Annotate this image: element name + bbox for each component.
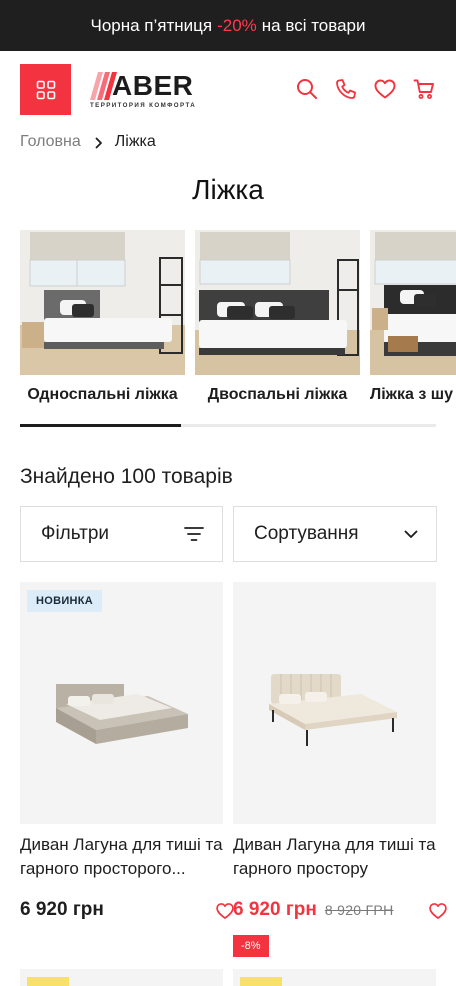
product-price: 6 920 грн: [20, 899, 104, 920]
promo-highlight: -20%: [217, 15, 257, 35]
product-name[interactable]: Диван Лагуна для тиші та гарного простор…: [233, 833, 443, 881]
aber-logo[interactable]: ABER Территория комфорта: [90, 71, 210, 111]
category-label: Двоспальні ліжка: [207, 386, 348, 403]
discount-badge: -8%: [233, 935, 269, 957]
filters-label: Фільтри: [41, 523, 110, 544]
heart-icon[interactable]: [373, 77, 397, 101]
price-row: 6 920 грн: [20, 897, 234, 923]
cart-icon[interactable]: [412, 77, 436, 101]
results-count: Знайдено 100 товарів: [20, 465, 233, 488]
logo-word: ABER: [112, 70, 194, 101]
promo-text-after: на всі товари: [261, 15, 366, 35]
product-card-next[interactable]: [20, 969, 223, 986]
wishlist-heart-icon[interactable]: [215, 901, 235, 921]
carousel-scrollbar-thumb[interactable]: [20, 424, 181, 427]
product-card[interactable]: НОВИНКА Диван Лагуна для тиші та гарного…: [20, 582, 234, 923]
product-old-price: 8 920 ГРН: [324, 902, 394, 918]
breadcrumb-current: Ліжка: [114, 133, 156, 150]
category-card[interactable]: Двоспальні ліжка: [195, 230, 360, 404]
catalog-menu-button[interactable]: [20, 64, 71, 115]
category-card[interactable]: Ліжка з шу: [370, 230, 456, 404]
product-image[interactable]: НОВИНКА: [20, 582, 223, 824]
product-sale-price: 6 920 грн: [233, 899, 317, 920]
search-icon[interactable]: [295, 77, 319, 101]
product-card-next[interactable]: [233, 969, 436, 986]
chevron-down-icon: [404, 530, 418, 538]
filters-button[interactable]: Фільтри: [20, 506, 223, 562]
logo-subtitle: Территория комфорта: [90, 102, 197, 109]
category-label: Односпальні ліжка: [27, 386, 178, 403]
category-image: [195, 230, 360, 375]
top-badge: [27, 977, 69, 986]
category-image: [370, 230, 456, 375]
top-badge: [240, 977, 282, 986]
price-row: 6 920 грн 8 920 ГРН: [233, 897, 447, 923]
product-card[interactable]: Диван Лагуна для тиші та гарного простор…: [233, 582, 447, 957]
page-title: Ліжка: [192, 174, 264, 205]
product-image[interactable]: [233, 582, 436, 824]
grid-icon: [36, 80, 55, 99]
breadcrumb: Головна Ліжка: [20, 133, 156, 151]
category-card[interactable]: Односпальні ліжка: [20, 230, 185, 404]
breadcrumb-home-link[interactable]: Головна: [20, 133, 81, 151]
product-name[interactable]: Диван Лагуна для тиші та гарного простор…: [20, 833, 230, 881]
sort-label: Сортування: [254, 523, 359, 544]
promo-banner: Чорна п’ятниця -20% на всі товари: [0, 0, 456, 51]
new-badge: НОВИНКА: [27, 590, 103, 612]
wishlist-heart-icon[interactable]: [428, 901, 448, 921]
category-image: [20, 230, 185, 375]
sort-dropdown[interactable]: Сортування: [233, 506, 437, 562]
site-header: ABER Территория комфорта: [0, 51, 456, 129]
header-actions: [295, 77, 436, 101]
category-label: Ліжка з шу: [370, 386, 453, 403]
chevron-right-icon: [95, 136, 103, 149]
category-carousel: Односпальні ліжка Двоспальні ліжка Ліжка…: [20, 230, 456, 430]
phone-icon[interactable]: [334, 77, 358, 101]
filter-icon: [184, 527, 204, 541]
promo-text: Чорна п’ятниця: [90, 15, 213, 35]
